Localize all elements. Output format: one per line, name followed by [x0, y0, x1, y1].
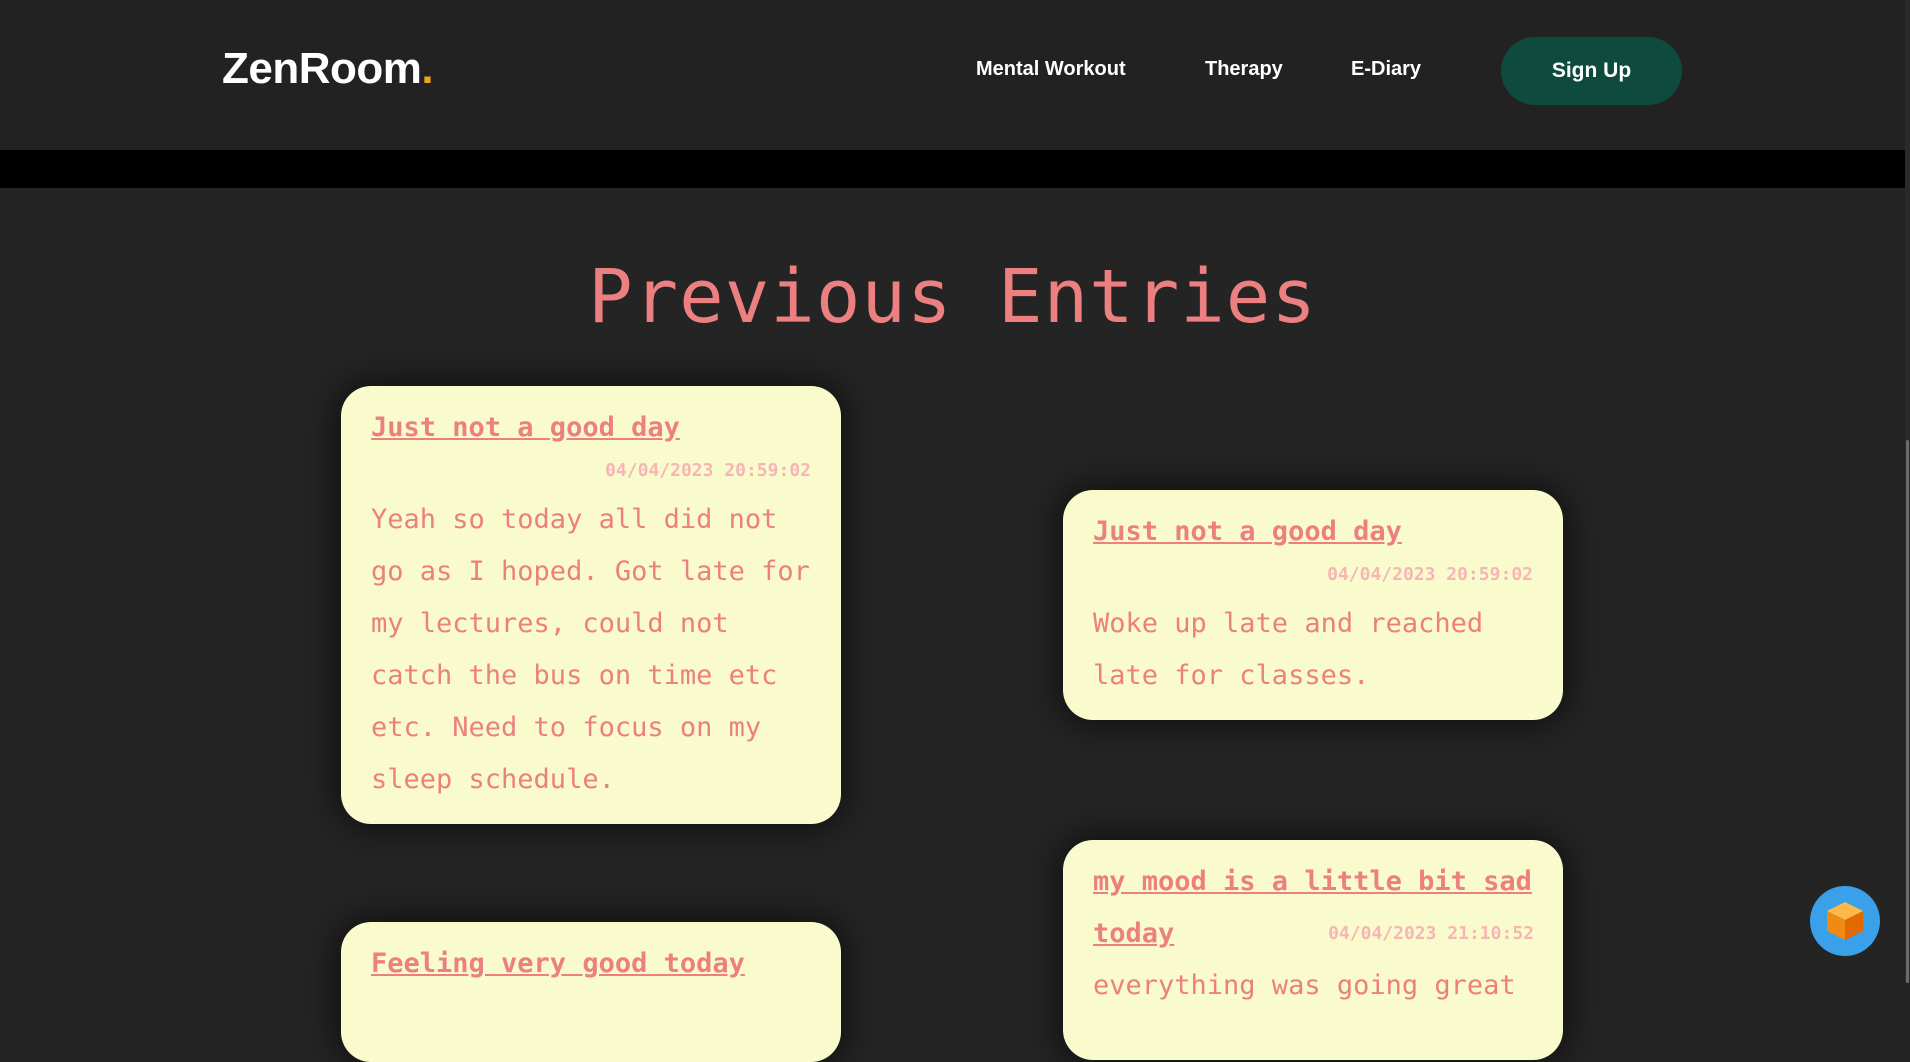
diary-entry-card: Just not a good day 04/04/2023 20:59:02 … — [1063, 490, 1563, 720]
diary-entry-card: Just not a good day 04/04/2023 20:59:02 … — [341, 386, 841, 824]
chat-widget-button[interactable] — [1810, 886, 1880, 956]
logo-text: ZenRoom — [222, 44, 422, 93]
entry-body: Yeah so today all did not go as I hoped.… — [371, 504, 810, 795]
entry-date: 04/04/2023 20:59:02 — [1327, 564, 1533, 585]
diary-entry-card: my mood is a little bit sad today 04/04/… — [1063, 840, 1563, 1060]
previous-entries-heading: Previous Entries — [588, 254, 1317, 340]
logo-dot: . — [421, 44, 434, 93]
cube-icon — [1827, 902, 1863, 940]
sign-up-button[interactable]: Sign Up — [1501, 37, 1682, 105]
entry-title-link[interactable]: Feeling very good today — [371, 938, 811, 990]
entry-title-link[interactable]: Just not a good day — [1093, 506, 1533, 558]
entry-body: Woke up late and reached late for classe… — [1093, 608, 1484, 691]
entry-body: everything was going great — [1093, 970, 1516, 1001]
top-navbar: ZenRoom. Mental Workout Therapy E-Diary … — [0, 0, 1905, 150]
entry-date: 04/04/2023 21:10:52 — [1328, 923, 1534, 944]
diary-entry-card: Feeling very good today — [341, 922, 841, 1062]
nav-link-therapy[interactable]: Therapy — [1205, 58, 1283, 81]
zenroom-logo[interactable]: ZenRoom. — [222, 44, 434, 94]
entry-title-link[interactable]: Just not a good day — [371, 402, 811, 454]
nav-link-mental-workout[interactable]: Mental Workout — [976, 58, 1126, 81]
entry-date: 04/04/2023 20:59:02 — [605, 460, 811, 481]
header-divider-bar — [0, 150, 1905, 188]
nav-link-e-diary[interactable]: E-Diary — [1351, 58, 1421, 81]
page-scrollbar-thumb[interactable] — [1906, 440, 1909, 983]
